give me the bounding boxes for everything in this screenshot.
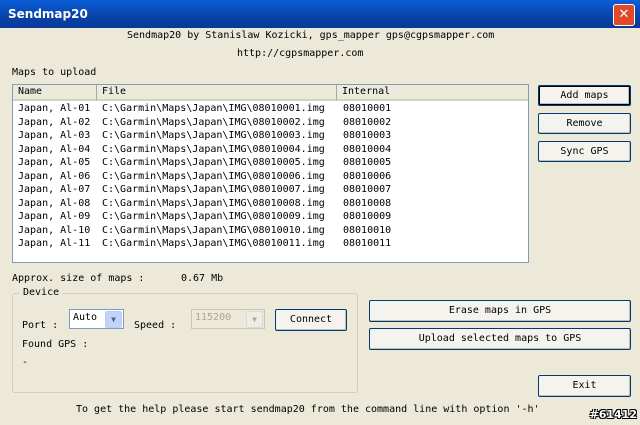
table-row[interactable]: Japan, Al-11 C:\Garmin\Maps\Japan\IMG\080… — [13, 237, 528, 251]
column-header-internal[interactable]: Internal — [337, 85, 528, 101]
table-row[interactable]: Japan, Al-09 C:\Garmin\Maps\Japan\IMG\080… — [13, 210, 528, 224]
chevron-down-icon[interactable]: ▼ — [105, 311, 122, 328]
add-maps-button[interactable]: Add maps — [538, 85, 631, 106]
cell-name: Japan, Al-07 — [18, 184, 91, 195]
port-select[interactable]: Auto ▼ — [69, 309, 124, 329]
chevron-down-icon[interactable]: ▼ — [246, 311, 263, 328]
cell-file: C:\Garmin\Maps\Japan\IMG\08010007.img — [102, 184, 325, 195]
cell-file: C:\Garmin\Maps\Japan\IMG\08010009.img — [102, 211, 325, 222]
found-gps-label: Found GPS : — [22, 339, 89, 350]
maps-to-upload-label: Maps to upload — [12, 67, 97, 78]
cell-name: Japan, Al-09 — [18, 211, 91, 222]
cell-file: C:\Garmin\Maps\Japan\IMG\08010008.img — [102, 197, 325, 209]
list-header: Name File Internal — [13, 85, 528, 101]
exit-button[interactable]: Exit — [538, 375, 631, 397]
cell-file: C:\Garmin\Maps\Japan\IMG\08010011.img — [102, 238, 325, 249]
table-row[interactable]: Japan, Al-07 C:\Garmin\Maps\Japan\IMG\080… — [13, 183, 528, 197]
sync-gps-button[interactable]: Sync GPS — [538, 141, 631, 162]
website-url: http://cgpsmapper.com — [237, 48, 364, 59]
table-row[interactable]: Japan, Al-06 C:\Garmin\Maps\Japan\IMG\080… — [13, 170, 528, 184]
help-text: To get the help please start sendmap20 f… — [76, 404, 540, 415]
cell-name: Japan, Al-04 — [18, 143, 91, 155]
upload-maps-button[interactable]: Upload selected maps to GPS — [369, 328, 631, 350]
cell-file: C:\Garmin\Maps\Japan\IMG\08010003.img — [102, 130, 325, 141]
cell-internal: 08010010 — [343, 224, 392, 236]
table-row[interactable]: Japan, Al-03 C:\Garmin\Maps\Japan\IMG\080… — [13, 129, 528, 143]
credits-text: Sendmap20 by Stanislaw Kozicki, gps_mapp… — [127, 30, 495, 41]
cell-name: Japan, Al-11 — [18, 238, 91, 249]
cell-file: C:\Garmin\Maps\Japan\IMG\08010006.img — [102, 170, 325, 182]
cell-internal: 08010003 — [343, 130, 392, 141]
sendmap-window: Sendmap20 ✕ Sendmap20 by Stanislaw Kozic… — [0, 0, 640, 425]
watermark: #61412 — [589, 408, 638, 421]
speed-value: 115200 — [195, 312, 232, 323]
maps-list[interactable]: Name File Internal Japan, Al-01 C:\Garmin… — [12, 84, 529, 263]
cell-name: Japan, Al-03 — [18, 130, 91, 141]
cell-name: Japan, Al-10 — [18, 224, 91, 236]
table-row[interactable]: Japan, Al-01 C:\Garmin\Maps\Japan\IMG\080… — [13, 102, 528, 116]
cell-internal: 08010007 — [343, 184, 392, 195]
table-row[interactable]: Japan, Al-08 C:\Garmin\Maps\Japan\IMG\080… — [13, 197, 528, 211]
cell-internal: 08010009 — [343, 211, 392, 222]
speed-label: Speed : — [134, 320, 177, 331]
table-row[interactable]: Japan, Al-05 C:\Garmin\Maps\Japan\IMG\080… — [13, 156, 528, 170]
cell-internal: 08010004 — [343, 143, 392, 155]
cell-name: Japan, Al-05 — [18, 157, 91, 168]
column-header-name[interactable]: Name — [13, 85, 97, 101]
cell-name: Japan, Al-08 — [18, 197, 91, 209]
device-legend: Device — [20, 287, 63, 298]
cell-internal: 08010008 — [343, 197, 392, 209]
table-row[interactable]: Japan, Al-10 C:\Garmin\Maps\Japan\IMG\080… — [13, 224, 528, 238]
size-label: Approx. size of maps : — [12, 273, 145, 284]
cell-name: Japan, Al-02 — [18, 116, 91, 128]
cell-internal: 08010011 — [343, 238, 392, 249]
cell-internal: 08010005 — [343, 157, 392, 168]
cell-file: C:\Garmin\Maps\Japan\IMG\08010005.img — [102, 157, 325, 168]
table-row[interactable]: Japan, Al-02 C:\Garmin\Maps\Japan\IMG\080… — [13, 116, 528, 130]
remove-button[interactable]: Remove — [538, 113, 631, 134]
cell-file: C:\Garmin\Maps\Japan\IMG\08010004.img — [102, 143, 325, 155]
found-gps-value: - — [22, 357, 29, 368]
column-header-file[interactable]: File — [97, 85, 337, 101]
size-value: 0.67 Mb — [181, 273, 224, 284]
cell-internal: 08010001 — [343, 103, 392, 114]
cell-name: Japan, Al-01 — [18, 103, 91, 114]
erase-maps-button[interactable]: Erase maps in GPS — [369, 300, 631, 322]
cell-internal: 08010002 — [343, 116, 392, 128]
speed-select[interactable]: 115200 ▼ — [191, 309, 265, 329]
cell-file: C:\Garmin\Maps\Japan\IMG\08010010.img — [102, 224, 325, 236]
cell-internal: 08010006 — [343, 170, 392, 182]
cell-file: C:\Garmin\Maps\Japan\IMG\08010002.img — [102, 116, 325, 128]
table-row[interactable]: Japan, Al-04 C:\Garmin\Maps\Japan\IMG\080… — [13, 143, 528, 157]
close-icon[interactable]: ✕ — [613, 4, 635, 26]
cell-file: C:\Garmin\Maps\Japan\IMG\08010001.img — [102, 103, 325, 114]
port-value: Auto — [73, 312, 98, 323]
window-title: Sendmap20 — [8, 7, 88, 21]
cell-name: Japan, Al-06 — [18, 170, 91, 182]
port-label: Port : — [22, 320, 59, 331]
title-bar[interactable]: Sendmap20 ✕ — [0, 0, 640, 28]
connect-button[interactable]: Connect — [275, 309, 347, 331]
